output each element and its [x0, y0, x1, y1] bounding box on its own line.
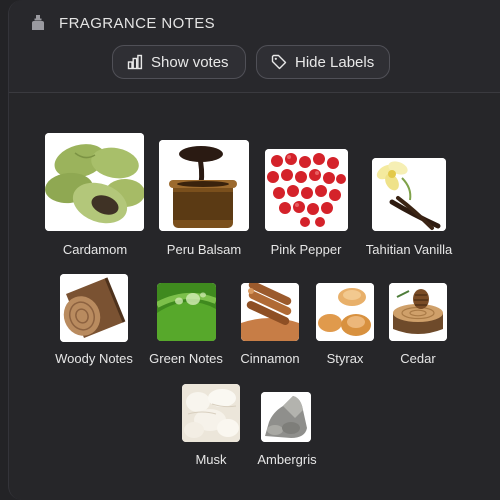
note-label: Cedar	[400, 351, 436, 366]
bar-chart-icon	[127, 54, 143, 70]
cardamom-image[interactable]	[45, 133, 144, 231]
styrax-image[interactable]	[316, 283, 374, 341]
note-label: Ambergris	[257, 452, 317, 467]
cedar-image[interactable]	[389, 283, 447, 341]
woody-notes-image[interactable]	[60, 274, 128, 342]
fragrance-notes-header: FRAGRANCE NOTES Show votes Hide Labels	[9, 0, 500, 93]
pink-pepper-image[interactable]	[265, 149, 348, 231]
tahitian-vanilla-image[interactable]	[372, 158, 446, 231]
note-label: Cinnamon	[240, 351, 300, 366]
note-label: Woody Notes	[55, 351, 133, 366]
note-label: Green Notes	[149, 351, 223, 366]
note-label: Cardamom	[62, 242, 128, 257]
ambergris-image[interactable]	[261, 392, 311, 442]
peru-balsam-image[interactable]	[159, 140, 249, 231]
show-votes-label: Show votes	[151, 53, 229, 71]
show-votes-button[interactable]: Show votes	[112, 45, 246, 79]
perfume-bottle-icon	[32, 15, 44, 30]
section-title: FRAGRANCE NOTES	[59, 14, 216, 32]
hide-labels-label: Hide Labels	[295, 53, 375, 71]
hide-labels-button[interactable]: Hide Labels	[256, 45, 390, 79]
note-label: Tahitian Vanilla	[365, 242, 453, 257]
section-title-row: FRAGRANCE NOTES	[29, 14, 215, 32]
note-label: Pink Pepper	[270, 242, 342, 257]
note-label: Musk	[195, 452, 227, 467]
note-label: Styrax	[326, 351, 364, 366]
green-notes-image[interactable]	[157, 283, 216, 341]
tag-icon	[271, 54, 287, 70]
cinnamon-image[interactable]	[241, 283, 299, 341]
musk-image[interactable]	[182, 384, 240, 442]
note-label: Peru Balsam	[166, 242, 242, 257]
